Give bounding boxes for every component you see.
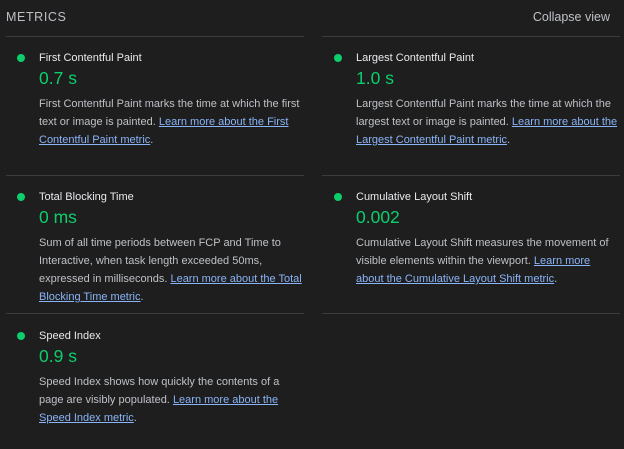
- header-divider-right: [322, 36, 620, 37]
- description-period: .: [554, 273, 558, 285]
- metric-description: Sum of all time periods between FCP and …: [39, 234, 303, 306]
- metric-value: 1.0 s: [356, 68, 394, 88]
- pass-status-icon: [17, 193, 25, 201]
- metric-value: 0.7 s: [39, 68, 77, 88]
- metric-description: First Contentful Paint marks the time at…: [39, 95, 303, 149]
- pass-status-icon: [17, 54, 25, 62]
- row2-divider-right: [322, 313, 620, 314]
- collapse-view-button[interactable]: Collapse view: [533, 10, 610, 24]
- metric-value: 0 ms: [39, 207, 77, 227]
- description-period: .: [507, 134, 511, 146]
- row2-divider-left: [6, 313, 304, 314]
- metric-value: 0.9 s: [39, 346, 77, 366]
- metric-title: Cumulative Layout Shift: [356, 191, 473, 203]
- row1-divider-right: [322, 175, 620, 176]
- row1-divider-left: [6, 175, 304, 176]
- metric-description: Cumulative Layout Shift measures the mov…: [356, 234, 620, 288]
- metrics-header: METRICS Collapse view: [0, 0, 624, 36]
- metric-description: Largest Contentful Paint marks the time …: [356, 95, 620, 149]
- description-period: .: [140, 291, 144, 303]
- description-period: .: [150, 134, 154, 146]
- metric-title: First Contentful Paint: [39, 52, 142, 64]
- metric-title: Speed Index: [39, 330, 101, 342]
- pass-status-icon: [334, 54, 342, 62]
- metric-description: Speed Index shows how quickly the conten…: [39, 373, 303, 427]
- section-title: METRICS: [6, 10, 67, 24]
- metric-title: Total Blocking Time: [39, 191, 134, 203]
- metric-title: Largest Contentful Paint: [356, 52, 475, 64]
- description-period: .: [133, 412, 137, 424]
- metric-value: 0.002: [356, 207, 400, 227]
- header-divider-left: [6, 36, 304, 37]
- pass-status-icon: [17, 332, 25, 340]
- pass-status-icon: [334, 193, 342, 201]
